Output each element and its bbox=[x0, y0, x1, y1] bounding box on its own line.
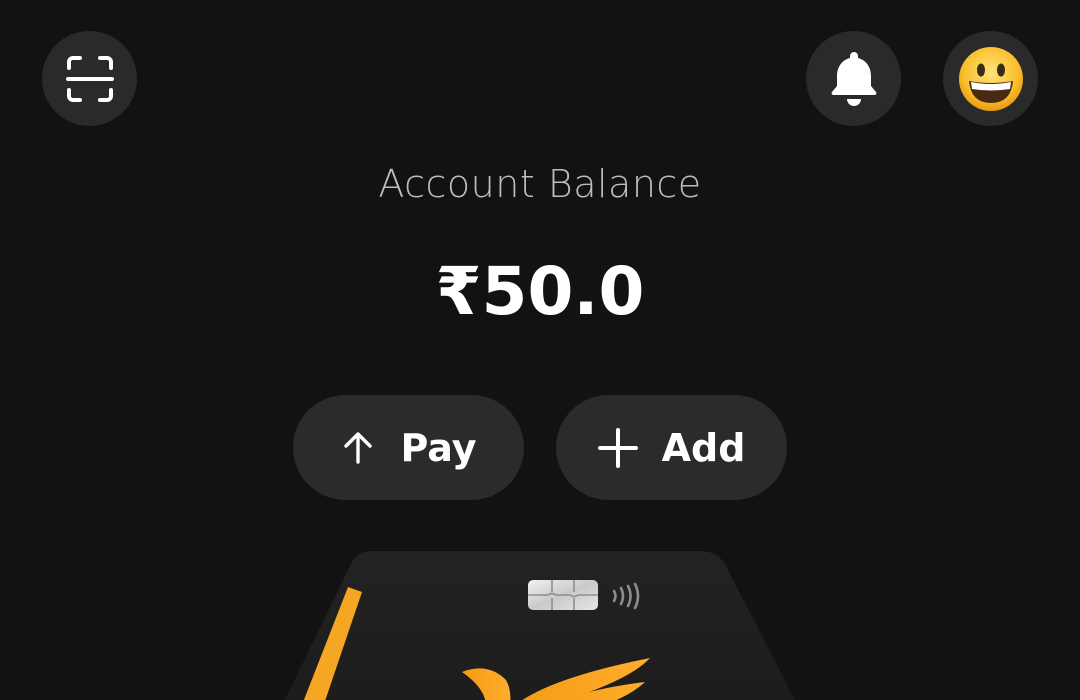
balance-label: Account Balance bbox=[378, 162, 702, 206]
card-body bbox=[284, 551, 795, 700]
add-money-button[interactable]: Add bbox=[556, 395, 787, 500]
pay-button-label: Pay bbox=[400, 425, 477, 470]
scan-button[interactable] bbox=[42, 31, 137, 126]
plus-icon bbox=[597, 427, 638, 468]
card-chip-icon bbox=[528, 580, 598, 610]
card-graphic bbox=[284, 551, 795, 700]
profile-avatar-button[interactable] bbox=[943, 31, 1038, 126]
scan-qr-icon bbox=[65, 55, 114, 102]
pay-button[interactable]: Pay bbox=[293, 395, 524, 500]
notifications-button[interactable] bbox=[806, 31, 901, 126]
bell-icon bbox=[831, 51, 876, 106]
balance-amount: ₹50.0 bbox=[435, 253, 645, 330]
arrow-up-icon bbox=[340, 430, 376, 466]
wallet-home-screen: Account Balance ₹50.0 Pay Add bbox=[0, 0, 1080, 700]
grinning-face-emoji-icon bbox=[958, 46, 1023, 111]
virtual-card[interactable] bbox=[0, 540, 1080, 700]
add-button-label: Add bbox=[661, 425, 746, 470]
